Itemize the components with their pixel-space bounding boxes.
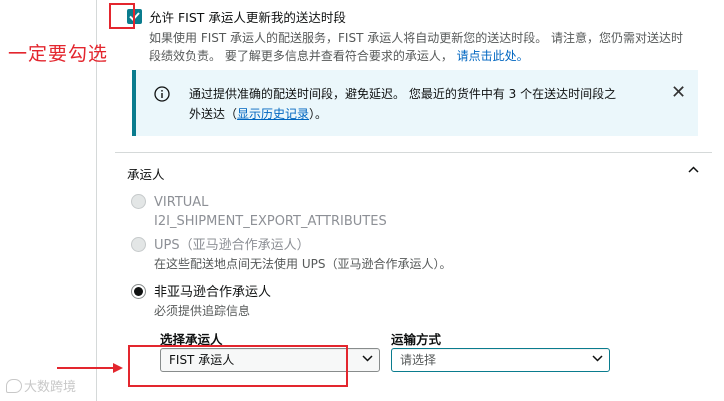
info-icon	[154, 86, 170, 102]
close-icon[interactable]: ✕	[671, 84, 686, 102]
carrier-option-title: VIRTUAL	[154, 195, 209, 210]
annotation-box-carrier-select	[128, 345, 348, 387]
description-text: 如果使用 FIST 承运人的配送服务，FIST 承运人将自动更新您的送达时段。 …	[149, 31, 684, 63]
radio-selected-dot	[134, 287, 143, 296]
chevron-up-icon[interactable]	[688, 166, 699, 173]
carrier-option-ups[interactable]: UPS（亚马逊合作承运人） 在这些配送地点间无法使用 UPS（亚马逊合作承运人）…	[131, 236, 451, 274]
shipping-method-select[interactable]: 请选择	[391, 348, 610, 372]
show-history-link[interactable]: 显示历史记录	[237, 107, 309, 121]
carrier-option-title: 非亚马逊合作承运人	[154, 285, 272, 300]
shipping-method-placeholder: 请选择	[400, 353, 437, 367]
info-alert: 通过提供准确的配送时间段，避免延迟。 您最近的货件中有 3 个在送达时间段之外送…	[132, 70, 698, 136]
carrier-option-subtitle: I2I_SHIPMENT_EXPORT_ATTRIBUTES	[154, 214, 387, 229]
carrier-radio-ups[interactable]	[131, 237, 146, 252]
section-divider	[115, 152, 712, 153]
annotation-arrow-icon	[57, 363, 123, 373]
carrier-option-virtual[interactable]: VIRTUAL I2I_SHIPMENT_EXPORT_ATTRIBUTES	[131, 193, 387, 231]
learn-more-link[interactable]: 请点击此处。	[457, 49, 529, 63]
allow-update-description: 如果使用 FIST 承运人的配送服务，FIST 承运人将自动更新您的送达时段。 …	[149, 29, 694, 65]
annotation-note: 一定要勾选	[8, 43, 109, 65]
carrier-option-title: UPS（亚马逊合作承运人）	[154, 238, 310, 253]
carrier-radio-virtual[interactable]	[131, 194, 146, 209]
carrier-option-label: 非亚马逊合作承运人 必须提供追踪信息	[154, 283, 271, 321]
carrier-option-label: UPS（亚马逊合作承运人） 在这些配送地点间无法使用 UPS（亚马逊合作承运人）…	[154, 236, 451, 274]
chevron-down-icon	[592, 355, 603, 362]
annotation-box-checkbox	[109, 3, 135, 29]
carrier-heading: 承运人	[127, 167, 165, 182]
watermark: 大数跨境	[6, 376, 76, 395]
info-text-after: ）。	[309, 107, 328, 121]
carrier-radio-non-partnered[interactable]	[131, 284, 146, 299]
carrier-option-subtitle: 在这些配送地点间无法使用 UPS（亚马逊合作承运人）。	[154, 257, 452, 271]
allow-update-label: 允许 FIST 承运人更新我的送达时段	[149, 10, 346, 25]
carrier-option-non-partnered[interactable]: 非亚马逊合作承运人 必须提供追踪信息	[131, 283, 271, 321]
carrier-option-label: VIRTUAL I2I_SHIPMENT_EXPORT_ATTRIBUTES	[154, 193, 387, 231]
chevron-down-icon	[362, 355, 373, 362]
watermark-logo-icon	[6, 378, 22, 393]
allow-update-row[interactable]: 允许 FIST 承运人更新我的送达时段	[127, 7, 346, 26]
shipping-method-label: 运输方式	[391, 332, 442, 347]
carrier-option-subtitle: 必须提供追踪信息	[154, 304, 251, 318]
watermark-text: 大数跨境	[24, 380, 77, 395]
shipment-carrier-panel: 允许 FIST 承运人更新我的送达时段 如果使用 FIST 承运人的配送服务，F…	[115, 0, 712, 401]
info-alert-text: 通过提供准确的配送时间段，避免延迟。 您最近的货件中有 3 个在送达时间段之外送…	[189, 84, 617, 124]
